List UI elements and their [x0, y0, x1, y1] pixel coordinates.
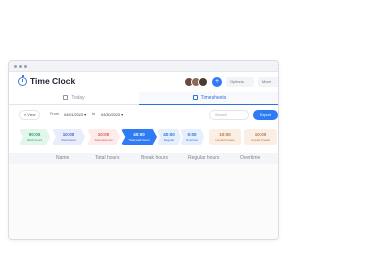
time-clock-window: Time Clock + Options More Today Timeshee…	[8, 60, 279, 240]
stat-total-paid-hours[interactable]: 40:00 Total paid hours	[121, 129, 157, 145]
stat-unpaid-breaks-2[interactable]: 10:00 Unpaid breaks	[244, 129, 277, 145]
stat-value: 00:00	[28, 132, 41, 137]
stat-label: Total hours	[61, 138, 76, 142]
summary-stats: 00:00 Work hours 10:00 Total hours 10:00…	[9, 127, 278, 149]
search-input[interactable]: Search	[209, 110, 249, 120]
stat-value: 10:00	[62, 132, 75, 137]
stat-label: Total paid hours	[128, 138, 150, 142]
stat-value: 0:00	[187, 132, 197, 137]
app-header: Time Clock + Options More	[9, 72, 278, 92]
tab-label: Timesheets	[200, 95, 227, 101]
stat-label: Unpaid breaks	[215, 138, 235, 142]
from-date-value: 04/01/2023	[64, 113, 84, 117]
tab-bar: Today Timesheets	[9, 92, 278, 105]
to-date-picker[interactable]: 04/30/2023 ▾	[101, 110, 123, 120]
column-header-name[interactable]: Name	[56, 153, 69, 164]
column-header-regular-hours[interactable]: Regular hours	[188, 153, 219, 164]
stat-value: 10:00	[97, 132, 110, 137]
to-label: to	[92, 112, 96, 116]
stat-value: 40:00	[133, 132, 145, 137]
calendar-icon	[63, 95, 69, 100]
tab-label: Today	[71, 95, 85, 101]
stat-value: 10:00	[254, 132, 267, 137]
view-filter-button[interactable]: ≡ View	[19, 110, 41, 120]
column-header-break-hours[interactable]: Break hours	[141, 153, 168, 164]
stat-overtime[interactable]: 0:00 Overtime	[180, 129, 204, 145]
stat-value: 40:00	[163, 132, 175, 137]
stat-regular[interactable]: 40:00 Regular	[157, 129, 181, 145]
export-button[interactable]: Export	[253, 110, 278, 120]
stat-label: Total absence	[94, 138, 113, 142]
timesheet-icon	[192, 95, 198, 100]
stat-label: Unpaid breaks	[250, 138, 271, 142]
window-dot	[19, 65, 22, 68]
stat-total-hours[interactable]: 10:00 Total hours	[52, 129, 85, 145]
options-button[interactable]: Options	[226, 77, 254, 87]
tab-timesheets[interactable]: Timesheets	[139, 92, 278, 105]
table-body	[9, 164, 278, 239]
avatar[interactable]	[198, 77, 208, 87]
window-dot	[14, 65, 17, 68]
stat-label: Work hours	[26, 138, 43, 142]
window-dot	[24, 65, 27, 68]
view-label: View	[27, 113, 36, 117]
column-header-overtime[interactable]: Overtime	[240, 153, 260, 164]
to-date-value: 04/30/2023	[101, 113, 121, 117]
add-member-button[interactable]: +	[212, 77, 222, 87]
tab-today[interactable]: Today	[9, 92, 139, 105]
stat-work-hours[interactable]: 00:00 Work hours	[19, 129, 50, 145]
window-titlebar	[9, 61, 278, 72]
stat-total-absence[interactable]: 10:00 Total absence	[87, 129, 120, 145]
stopwatch-icon	[18, 75, 27, 86]
stat-label: Regular	[163, 138, 175, 142]
table-header: Name Total hours Break hours Regular hou…	[9, 153, 278, 164]
stat-label: Overtime	[185, 138, 199, 142]
from-date-picker[interactable]: 04/01/2023 ▾	[64, 110, 86, 120]
more-button[interactable]: More	[258, 77, 278, 87]
page-title: Time Clock	[30, 76, 76, 86]
stat-unpaid-breaks[interactable]: 10:00 Unpaid breaks	[209, 129, 241, 145]
column-header-total-hours[interactable]: Total hours	[95, 153, 119, 164]
stat-value: 10:00	[219, 132, 231, 137]
filter-bar: ≡ View From 04/01/2023 ▾ to 04/30/2023 ▾…	[9, 105, 278, 127]
from-label: From	[50, 112, 59, 116]
